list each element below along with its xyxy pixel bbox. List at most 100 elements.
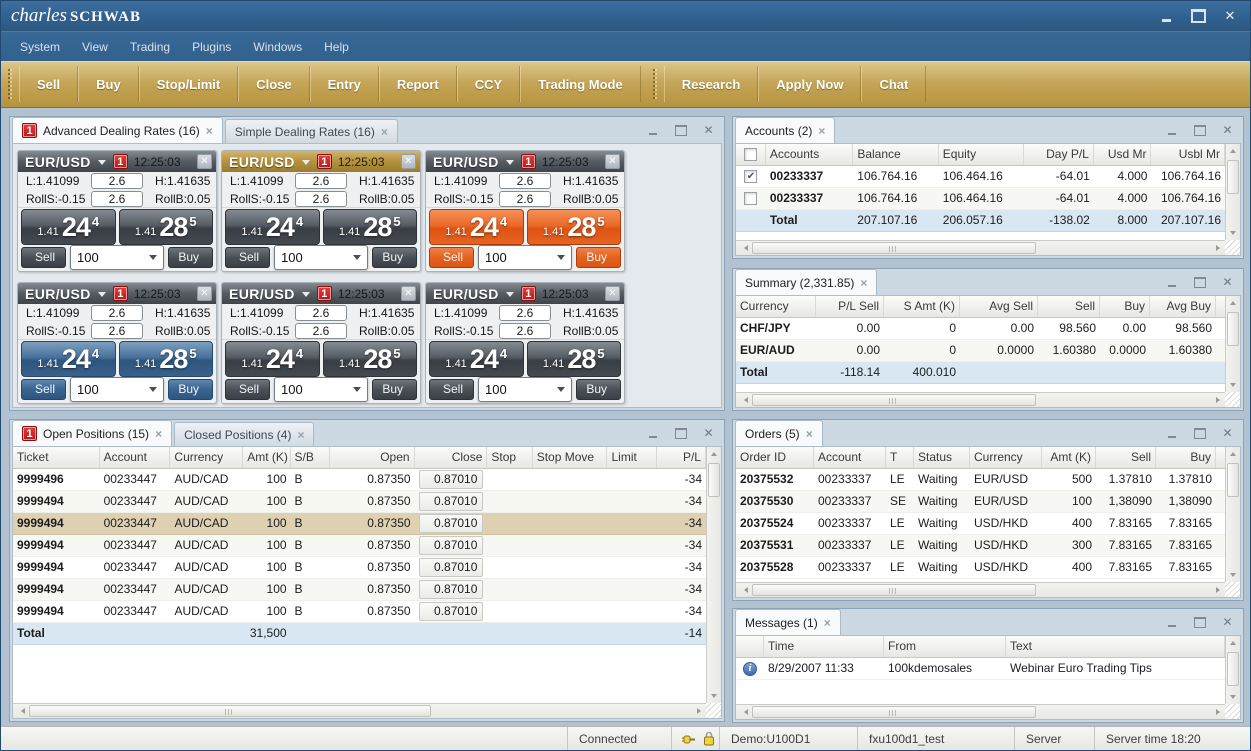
ccy-button[interactable]: CCY: [457, 66, 520, 102]
scroll-thumb[interactable]: [752, 242, 1036, 254]
horizontal-scrollbar[interactable]: [736, 582, 1225, 597]
column-header[interactable]: Account: [814, 447, 886, 468]
maximize-icon[interactable]: [1190, 8, 1206, 24]
sell-label[interactable]: Sell: [21, 247, 66, 268]
column-header[interactable]: Usd Mr: [1094, 144, 1152, 165]
panel-close-icon[interactable]: [702, 124, 715, 137]
buy-price-button[interactable]: 1.41 28 5: [119, 209, 214, 244]
order-row[interactable]: 20375528 00233337 LE Waiting USD/HKD 400…: [736, 557, 1225, 579]
chevron-down-icon[interactable]: [302, 160, 310, 165]
position-row[interactable]: 9999494 00233447 AUD/CAD 100 B 0.87350 0…: [13, 557, 706, 579]
scroll-right-icon[interactable]: [1211, 241, 1225, 255]
resize-grip[interactable]: [1225, 240, 1240, 255]
scroll-right-icon[interactable]: [1211, 393, 1225, 407]
column-header[interactable]: P/L Sell: [816, 296, 884, 317]
sell-price-button[interactable]: 1.41 24 4: [21, 341, 116, 376]
toolbar-drag-handle[interactable]: [653, 69, 657, 99]
scroll-left-icon[interactable]: [736, 241, 750, 255]
close-price-button[interactable]: 0.87010: [419, 558, 483, 577]
panel-maximize-icon[interactable]: [1193, 616, 1206, 629]
tab-summary[interactable]: Summary (2,331.85): [735, 269, 877, 295]
tab-accounts[interactable]: Accounts (2): [735, 117, 835, 143]
scroll-left-icon[interactable]: [736, 393, 750, 407]
horizontal-scrollbar[interactable]: [736, 392, 1225, 407]
buy-price-button[interactable]: 1.41 28 5: [323, 209, 418, 244]
close-price-button[interactable]: 0.87010: [419, 580, 483, 599]
column-header[interactable]: Stop Move: [533, 447, 608, 468]
column-header[interactable]: Amt (K): [1042, 447, 1096, 468]
column-header[interactable]: Currency: [970, 447, 1042, 468]
scroll-up-icon[interactable]: [1226, 636, 1240, 650]
tab-close-icon[interactable]: [818, 124, 825, 138]
panel-close-icon[interactable]: [1221, 427, 1234, 440]
scroll-up-icon[interactable]: [1226, 296, 1240, 310]
panel-close-icon[interactable]: [1221, 276, 1234, 289]
buy-label[interactable]: Buy: [372, 247, 417, 268]
amount-dropdown[interactable]: 100: [478, 245, 572, 270]
column-header[interactable]: Currency: [170, 447, 243, 468]
order-row[interactable]: 20375530 00233337 SE Waiting EUR/USD 100…: [736, 491, 1225, 513]
report-button[interactable]: Report: [379, 66, 457, 102]
position-row[interactable]: 9999494 00233447 AUD/CAD 100 B 0.87350 0…: [13, 535, 706, 557]
scroll-thumb[interactable]: [29, 705, 431, 717]
column-header[interactable]: Amt (K): [243, 447, 290, 468]
panel-minimize-icon[interactable]: [646, 124, 659, 137]
menu-windows[interactable]: Windows: [242, 36, 313, 58]
scroll-down-icon[interactable]: [1226, 378, 1240, 392]
scroll-right-icon[interactable]: [692, 704, 706, 718]
column-header[interactable]: Sell: [1096, 447, 1156, 468]
close-button[interactable]: Close: [238, 66, 309, 102]
column-header[interactable]: Status: [914, 447, 970, 468]
scroll-down-icon[interactable]: [1226, 568, 1240, 582]
panel-maximize-icon[interactable]: [1193, 427, 1206, 440]
buy-price-button[interactable]: 1.41 28 5: [527, 341, 622, 376]
buy-button[interactable]: Buy: [78, 66, 139, 102]
horizontal-scrollbar[interactable]: [736, 704, 1225, 719]
buy-label[interactable]: Buy: [168, 247, 213, 268]
chevron-down-icon[interactable]: [302, 292, 310, 297]
buy-price-button[interactable]: 1.41 28 5: [323, 341, 418, 376]
column-header[interactable]: Time: [764, 636, 884, 657]
sell-label[interactable]: Sell: [429, 247, 474, 268]
stop-limit-button[interactable]: Stop/Limit: [139, 66, 239, 102]
sell-label[interactable]: Sell: [429, 379, 474, 400]
column-header[interactable]: Avg Sell: [960, 296, 1038, 317]
menu-view[interactable]: View: [71, 36, 119, 58]
scroll-right-icon[interactable]: [1211, 583, 1225, 597]
menu-system[interactable]: System: [9, 36, 71, 58]
sell-label[interactable]: Sell: [21, 379, 66, 400]
scroll-right-icon[interactable]: [1211, 705, 1225, 719]
sell-price-button[interactable]: 1.41 24 4: [429, 209, 524, 244]
position-row[interactable]: 9999494 00233447 AUD/CAD 100 B 0.87350 0…: [13, 513, 706, 535]
panel-close-icon[interactable]: [1221, 616, 1234, 629]
sell-label[interactable]: Sell: [225, 379, 270, 400]
panel-minimize-icon[interactable]: [1165, 276, 1178, 289]
position-row[interactable]: 9999494 00233447 AUD/CAD 100 B 0.87350 0…: [13, 601, 706, 623]
tab-close-icon[interactable]: [824, 616, 831, 630]
column-header[interactable]: Open: [330, 447, 415, 468]
scroll-thumb[interactable]: [1227, 652, 1239, 686]
scroll-thumb[interactable]: [752, 394, 1036, 406]
column-header[interactable]: Avg Buy: [1150, 296, 1216, 317]
chevron-down-icon[interactable]: [506, 160, 514, 165]
position-row[interactable]: 9999494 00233447 AUD/CAD 100 B 0.87350 0…: [13, 491, 706, 513]
summary-row[interactable]: EUR/AUD 0.00 0 0.0000 1.60380 0.0000 1.6…: [736, 340, 1225, 362]
vertical-scrollbar[interactable]: [1225, 296, 1240, 392]
panel-minimize-icon[interactable]: [1165, 616, 1178, 629]
scroll-up-icon[interactable]: [707, 447, 721, 461]
column-header[interactable]: Usbl Mr: [1151, 144, 1225, 165]
sell-price-button[interactable]: 1.41 24 4: [21, 209, 116, 244]
tab-close-icon[interactable]: [806, 427, 813, 441]
select-all-checkbox[interactable]: [744, 148, 757, 161]
resize-grip[interactable]: [706, 703, 721, 718]
column-header[interactable]: T: [886, 447, 914, 468]
horizontal-scrollbar[interactable]: [736, 240, 1225, 255]
tile-close-icon[interactable]: [197, 154, 212, 169]
tile-close-icon[interactable]: [605, 286, 620, 301]
panel-maximize-icon[interactable]: [674, 124, 687, 137]
menu-help[interactable]: Help: [313, 36, 360, 58]
buy-price-button[interactable]: 1.41 28 5: [527, 209, 622, 244]
panel-maximize-icon[interactable]: [1193, 124, 1206, 137]
panel-minimize-icon[interactable]: [646, 427, 659, 440]
resize-grip[interactable]: [1225, 582, 1240, 597]
